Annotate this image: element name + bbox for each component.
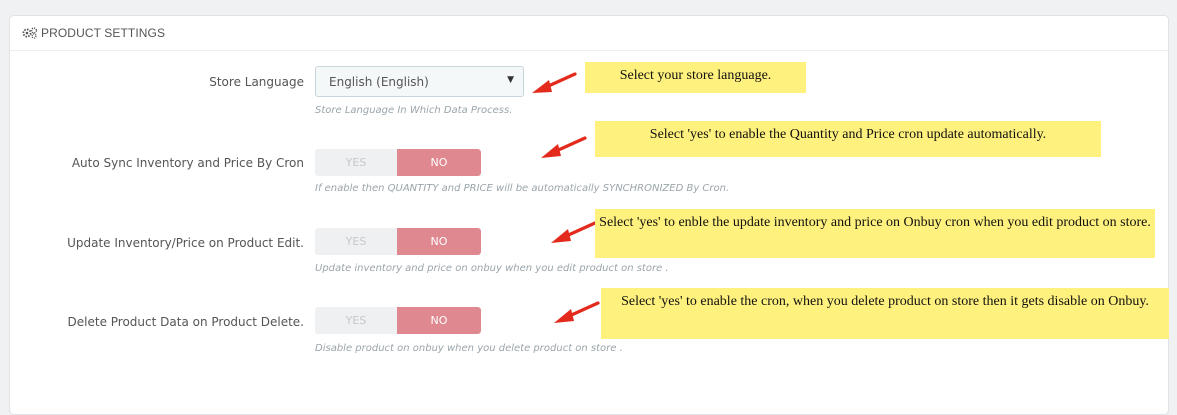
red-arrow-icon	[541, 136, 587, 158]
update-inventory-no-option[interactable]: NO	[397, 228, 481, 255]
red-arrow-icon	[554, 301, 600, 323]
delete-product-no-option[interactable]: NO	[397, 307, 481, 334]
delete-product-yes-option[interactable]: YES	[315, 307, 397, 334]
delete-product-help: Disable product on onbuy when you delete…	[315, 343, 623, 354]
auto-sync-toggle[interactable]: YES NO	[315, 149, 481, 176]
delete-product-toggle[interactable]: YES NO	[315, 307, 481, 334]
auto-sync-no-option[interactable]: NO	[397, 149, 481, 176]
auto-sync-help: If enable then QUANTITY and PRICE will b…	[315, 183, 730, 194]
store-language-note: Select your store language.	[585, 62, 806, 93]
delete-product-note: Select 'yes' to enable the cron, when yo…	[601, 288, 1169, 339]
auto-sync-label: Auto Sync Inventory and Price By Cron	[71, 156, 304, 170]
update-inventory-help: Update inventory and price on onbuy when…	[315, 263, 669, 274]
store-language-select[interactable]: English (English) ▼	[315, 66, 524, 97]
store-language-label: Store Language	[209, 75, 304, 89]
red-arrow-icon	[532, 72, 577, 93]
panel-header: PRODUCT SETTINGS	[10, 16, 1168, 51]
store-language-value: English (English)	[329, 75, 429, 89]
gears-icon	[22, 27, 38, 39]
store-language-help: Store Language In Which Data Process.	[315, 105, 513, 116]
auto-sync-note: Select 'yes' to enable the Quantity and …	[595, 121, 1101, 157]
caret-down-icon: ▼	[507, 75, 514, 85]
auto-sync-yes-option[interactable]: YES	[315, 149, 397, 176]
panel-title: PRODUCT SETTINGS	[41, 26, 166, 40]
update-inventory-note: Select 'yes' to enble the update invento…	[595, 209, 1155, 258]
update-inventory-label: Update Inventory/Price on Product Edit.	[67, 236, 304, 250]
delete-product-label: Delete Product Data on Product Delete.	[67, 315, 304, 329]
update-inventory-yes-option[interactable]: YES	[315, 228, 397, 255]
red-arrow-icon	[551, 221, 597, 243]
update-inventory-toggle[interactable]: YES NO	[315, 228, 481, 255]
